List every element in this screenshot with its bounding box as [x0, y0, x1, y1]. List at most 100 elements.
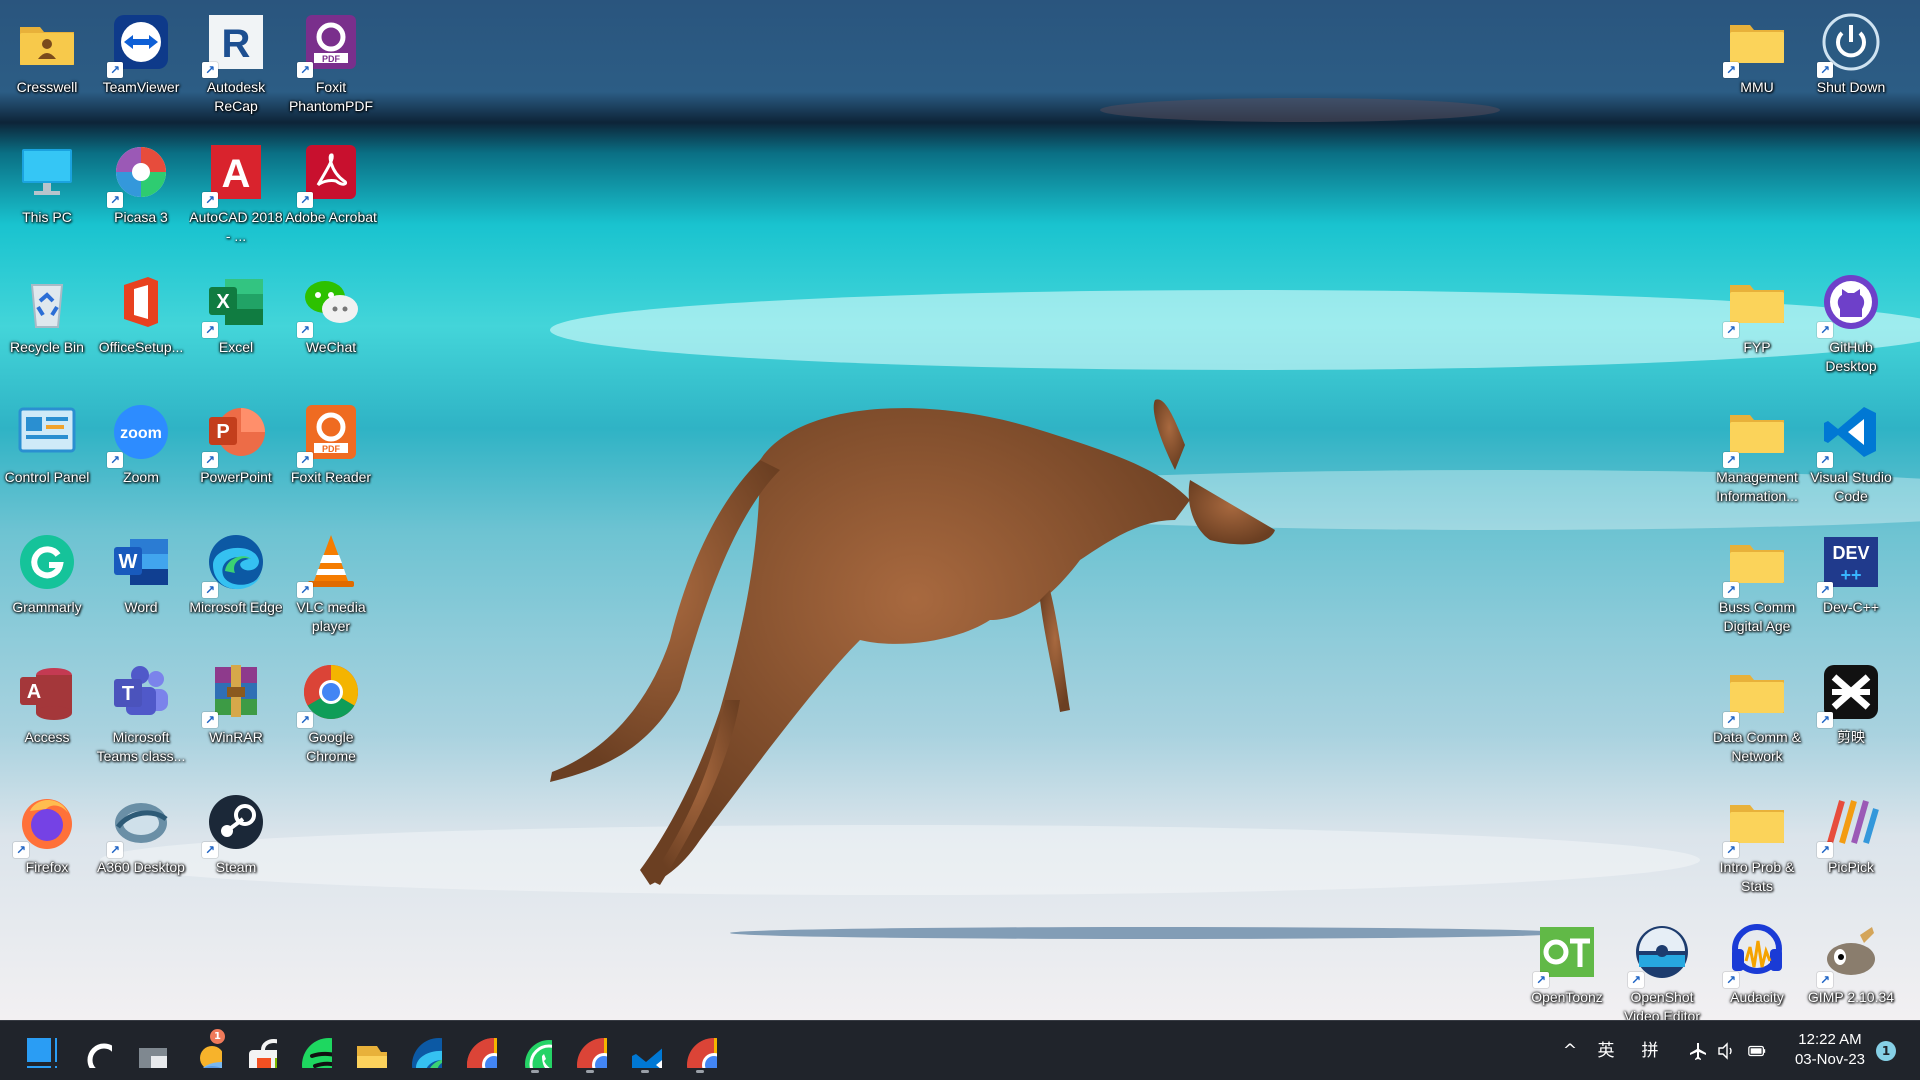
desktop-shortcut[interactable]: T Microsoft Teams class... — [94, 652, 188, 780]
ime-language-indicator[interactable]: 英 — [1592, 1035, 1620, 1067]
shortcut-arrow-icon: ↗ — [1817, 712, 1833, 728]
svg-text:X: X — [216, 291, 230, 313]
desktop-shortcut-label: Autodesk ReCap — [206, 79, 266, 114]
desktop-shortcut[interactable]: ↗ Buss Comm Digital Age — [1710, 522, 1804, 650]
file-explorer-button[interactable] — [346, 1027, 394, 1075]
shortcut-arrow-icon: ↗ — [1723, 972, 1739, 988]
widget-badge: 1 — [210, 1029, 225, 1044]
desktop-shortcut[interactable]: ↗ PicPick — [1804, 782, 1898, 910]
user-folder-icon — [15, 10, 79, 74]
search-button[interactable] — [71, 1027, 119, 1075]
desktop-shortcut[interactable]: ↗ Shut Down — [1804, 2, 1898, 130]
desktop-shortcut[interactable]: ↗ Visual Studio Code — [1804, 392, 1898, 520]
desktop-shortcut[interactable]: ↗ Firefox — [0, 782, 94, 910]
monitor-icon — [15, 140, 79, 204]
chrome-icon: ↗ — [297, 660, 363, 728]
desktop-shortcut[interactable]: zoom ↗ Zoom — [94, 392, 188, 520]
desktop-shortcut-label: OfficeSetup... — [98, 339, 184, 355]
desktop-shortcut[interactable]: Control Panel — [0, 392, 94, 520]
svg-text:PDF: PDF — [322, 54, 341, 64]
desktop-shortcut-label: WeChat — [305, 339, 357, 355]
spotify-button[interactable] — [291, 1027, 339, 1075]
desktop-shortcut[interactable]: ↗ 剪映 — [1804, 652, 1898, 780]
desktop-shortcut-label: Shut Down — [1816, 79, 1886, 95]
grammarly-icon — [15, 530, 79, 594]
desktop-shortcut[interactable]: ↗ FYP — [1710, 262, 1804, 390]
shortcut-arrow-icon: ↗ — [1723, 842, 1739, 858]
tray-overflow-chevron-icon[interactable]: ^ — [1556, 1035, 1584, 1067]
desktop-shortcut-label: AutoCAD 2018 - ... — [189, 209, 283, 244]
store-button[interactable] — [236, 1027, 284, 1075]
desktop-shortcut[interactable]: ↗ TeamViewer — [94, 2, 188, 130]
windows-logo-icon — [23, 1034, 57, 1068]
shortcut-arrow-icon: ↗ — [1723, 62, 1739, 78]
whatsapp-button[interactable] — [511, 1027, 559, 1075]
desktop-shortcut[interactable]: This PC — [0, 132, 94, 260]
firefox-icon: ↗ — [13, 790, 79, 858]
openshot-icon: ↗ — [1628, 920, 1694, 988]
desktop-shortcut[interactable]: A Access — [0, 652, 94, 780]
desktop-shortcut[interactable]: ↗ Intro Prob & Stats — [1710, 782, 1804, 910]
desktop-shortcut[interactable]: ↗ WeChat — [284, 262, 378, 390]
desktop-shortcut[interactable]: R ↗ Autodesk ReCap — [189, 2, 283, 130]
shortcut-arrow-icon: ↗ — [1723, 322, 1739, 338]
system-clock[interactable]: 12:22 AM 03-Nov-23 — [1782, 1030, 1878, 1070]
widgets-button[interactable]: 1 — [181, 1027, 229, 1075]
battery-charging-icon[interactable] — [1742, 1035, 1772, 1067]
desktop-shortcut-label: Zoom — [123, 469, 159, 485]
desktop-shortcut[interactable]: ↗ Steam — [189, 782, 283, 910]
control-panel-icon — [15, 400, 79, 464]
chrome-profile-icon — [683, 1034, 717, 1068]
word-icon: W — [109, 530, 173, 594]
folder-icon: ↗ — [1723, 660, 1789, 728]
desktop-shortcut[interactable]: ↗ Microsoft Edge — [189, 522, 283, 650]
ime-mode-indicator[interactable]: 拼 — [1636, 1035, 1664, 1067]
whatsapp-icon — [518, 1034, 552, 1068]
desktop-shortcut[interactable]: W Word — [94, 522, 188, 650]
foxit-reader-icon: PDF ↗ — [297, 400, 363, 468]
desktop-shortcut[interactable]: ↗ Data Comm & Network — [1710, 652, 1804, 780]
shortcut-arrow-icon: ↗ — [1817, 972, 1833, 988]
capcut-icon: ↗ — [1817, 660, 1883, 728]
desktop-shortcut[interactable]: OfficeSetup... — [94, 262, 188, 390]
chrome-button[interactable] — [456, 1027, 504, 1075]
desktop-shortcut[interactable]: PDF ↗ Foxit PhantomPDF — [284, 2, 378, 130]
shortcut-arrow-icon: ↗ — [202, 322, 218, 338]
desktop-shortcut[interactable]: ↗ Google Chrome — [284, 652, 378, 780]
desktop-shortcut[interactable]: P ↗ PowerPoint — [189, 392, 283, 520]
desktop-shortcut[interactable]: ↗ Management Information... — [1710, 392, 1804, 520]
desktop-shortcut[interactable]: ↗ Picasa 3 — [94, 132, 188, 260]
chrome-icon — [463, 1034, 497, 1068]
desktop-shortcut[interactable]: Cresswell — [0, 2, 94, 130]
chrome-profile-2-button[interactable] — [676, 1027, 724, 1075]
desktop-shortcut-label: This PC — [22, 209, 72, 225]
shortcut-arrow-icon: ↗ — [297, 322, 313, 338]
desktop-shortcut-label: Intro Prob & Stats — [1719, 859, 1795, 894]
notification-count-badge[interactable]: 1 — [1876, 1041, 1896, 1061]
task-view-button[interactable] — [126, 1027, 174, 1075]
desktop-shortcut[interactable]: ↗ GitHub Desktop — [1804, 262, 1898, 390]
airplane-mode-icon[interactable] — [1684, 1035, 1712, 1067]
shortcut-arrow-icon: ↗ — [1817, 582, 1833, 598]
desktop-shortcut[interactable]: ↗ Adobe Acrobat — [284, 132, 378, 260]
desktop-shortcut[interactable]: X ↗ Excel — [189, 262, 283, 390]
desktop-shortcut[interactable]: PDF ↗ Foxit Reader — [284, 392, 378, 520]
start-button[interactable] — [16, 1027, 64, 1075]
desktop-shortcut[interactable]: ↗ MMU — [1710, 2, 1804, 130]
desktop-shortcut[interactable]: A ↗ AutoCAD 2018 - ... — [189, 132, 283, 260]
desktop-shortcut[interactable]: Grammarly — [0, 522, 94, 650]
desktop-shortcut[interactable]: DEV ++ ↗ Dev-C++ — [1804, 522, 1898, 650]
desktop-shortcut[interactable]: ↗ VLC media player — [284, 522, 378, 650]
desktop-shortcut[interactable]: Recycle Bin — [0, 262, 94, 390]
chrome-profile-button[interactable] — [566, 1027, 614, 1075]
shortcut-arrow-icon: ↗ — [1723, 582, 1739, 598]
edge-button[interactable] — [401, 1027, 449, 1075]
desktop-shortcut-label: Word — [124, 599, 158, 615]
volume-icon[interactable] — [1712, 1035, 1740, 1067]
desktop-shortcut[interactable]: ↗ WinRAR — [189, 652, 283, 780]
steam-icon: ↗ — [202, 790, 268, 858]
desktop-shortcut-label: Recycle Bin — [10, 339, 84, 355]
desktop-shortcut[interactable]: ↗ A360 Desktop — [94, 782, 188, 910]
vscode-button[interactable] — [621, 1027, 669, 1075]
office-icon — [109, 270, 173, 334]
